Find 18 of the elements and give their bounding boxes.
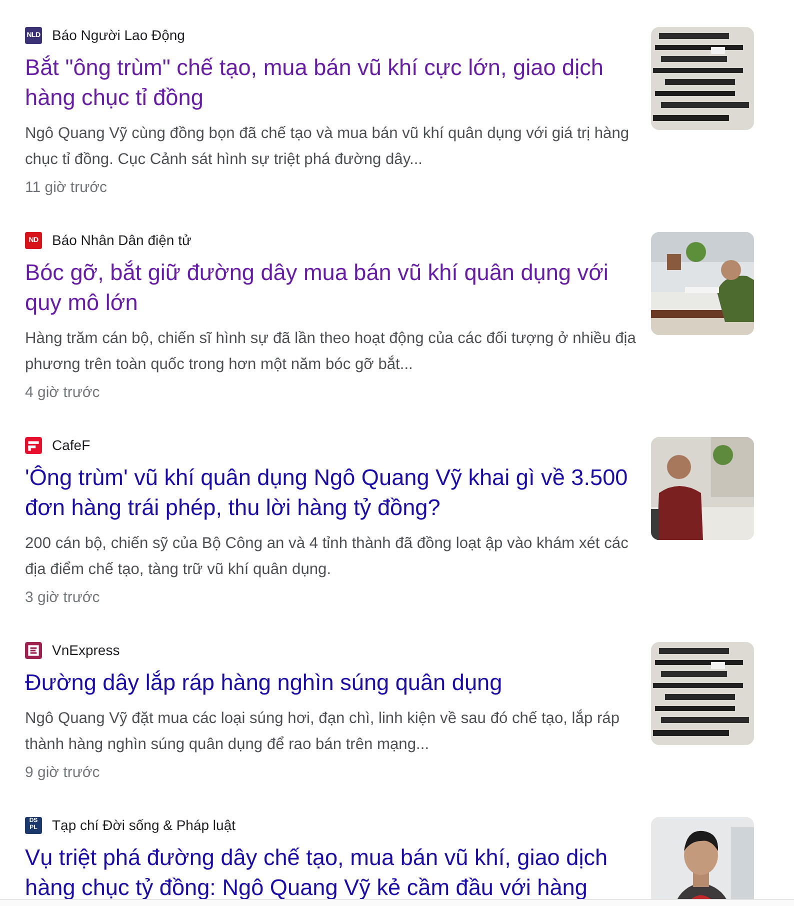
source-name: VnExpress <box>52 642 120 658</box>
result-snippet: Ngô Quang Vỹ đặt mua các loại súng hơi, đạn chì, linh kiện về sau đó chế tạo, lắp ráp thành hàng nghìn súng quân dụng để rao bán trên mạng... <box>25 708 620 755</box>
result-title-link[interactable]: Đường dây lắp ráp hàng nghìn súng quân dụng <box>25 668 641 698</box>
result-time: 11 giờ trước <box>25 178 108 198</box>
source-name: Tạp chí Đời sống & Pháp luật <box>52 817 236 833</box>
result-title-link[interactable]: 'Ông trùm' vũ khí quân dụng Ngô Quang Vỹ khai gì về 3.500 đơn hàng trái phép, thu lời hàng tỷ đồng? <box>25 463 641 523</box>
result-title-link[interactable]: Bắt "ông trùm" chế tạo, mua bán vũ khí cực lớn, giao dịch hàng chục tỉ đồng <box>25 53 641 113</box>
result-time: 4 giờ trước <box>25 383 101 403</box>
source-name: Báo Nhân Dân điện tử <box>52 232 192 248</box>
result-title-link[interactable]: Vụ triệt phá đường dây chế tạo, mua bán vũ khí, giao dịch hàng chục tỷ đồng: Ngô Quang Vỹ kẻ cầm đầu với hàng <box>25 843 641 903</box>
source-name: Báo Người Lao Động <box>52 27 185 43</box>
source-name: CafeF <box>52 437 90 453</box>
result-snippet: Ngô Quang Vỹ cùng đồng bọn đã chế tạo và mua bán vũ khí quân dụng với giá trị hàng chục tỉ đồng. Cục Cảnh sát hình sự triệt phá đường dây... <box>25 124 630 170</box>
result-time: 3 giờ trước <box>25 588 101 608</box>
result-time: 9 giờ trước <box>25 763 101 783</box>
result-snippet: 200 cán bộ, chiến sỹ của Bộ Công an và 4 tỉnh thành đã đồng loạt ập vào khám xét các địa điểm chế tạo, tàng trữ vũ khí quân dụng. <box>25 534 630 580</box>
result-title-link[interactable]: Bóc gỡ, bắt giữ đường dây mua bán vũ khí quân dụng với quy mô lớn <box>25 258 641 318</box>
result-snippet: Hàng trăm cán bộ, chiến sĩ hình sự đã lần theo hoạt động của các đối tượng ở nhiều địa phương trên toàn quốc trong hơn một năm bóc gỡ bắt... <box>25 329 637 375</box>
